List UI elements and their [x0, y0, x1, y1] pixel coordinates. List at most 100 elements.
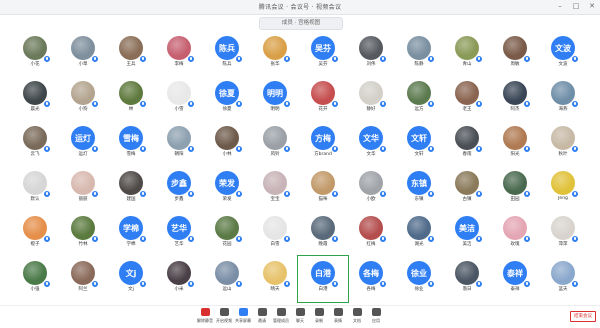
participant-tile[interactable]: 荣发 荣发 — [204, 168, 250, 208]
participant-tile[interactable]: 刘伟 — [348, 33, 394, 73]
participant-tile[interactable]: 艺华 艺华 — [156, 213, 202, 253]
participant-tile[interactable]: 周敏 — [492, 33, 538, 73]
participant-tile[interactable]: 陈静 — [396, 33, 442, 73]
participant-tile[interactable]: 晚霞 — [300, 213, 346, 253]
participant-tile[interactable]: 阿兰 — [60, 258, 106, 298]
participant-name: 荣发 — [222, 197, 232, 202]
participant-tile[interactable]: 小狗 — [60, 78, 106, 118]
participant-tile[interactable]: 丽丽 — [60, 168, 106, 208]
participant-name: 文华 — [366, 152, 376, 157]
participant-name: 美洁 — [462, 242, 472, 247]
participant-name: 陈兵 — [222, 62, 232, 67]
participant-tile[interactable]: 雪梅 雪梅 — [108, 123, 154, 163]
participant-tile[interactable]: 猫咪 — [300, 168, 346, 208]
participant-tile[interactable]: 运灯 运灯 — [60, 123, 106, 163]
participant-name: 默认 — [30, 197, 40, 202]
participant-tile[interactable]: 远山 — [204, 258, 250, 298]
participant-tile[interactable]: 小林 — [204, 123, 250, 163]
close-button[interactable]: ✕ — [588, 2, 596, 11]
participant-tile[interactable]: 白港 白港 — [297, 255, 349, 303]
participant-name: 红梅 — [366, 242, 376, 247]
participant-tile[interactable]: 小强 — [12, 258, 58, 298]
participant-tile[interactable]: 泰祥 泰祥 — [492, 258, 538, 298]
participant-tile[interactable]: 蓝天 — [540, 258, 586, 298]
participant-tile[interactable]: 青山 — [444, 33, 490, 73]
participant-tile[interactable]: Jeng — [540, 168, 586, 208]
participant-name: 小强 — [30, 287, 40, 292]
participant-tile[interactable]: 小雪 — [156, 78, 202, 118]
camera-icon — [219, 308, 229, 316]
participant-name: 风铃 — [270, 152, 280, 157]
participant-tile[interactable]: 春雨 — [444, 123, 490, 163]
participant-tile[interactable]: 湖光 — [396, 213, 442, 253]
participant-tile[interactable]: 阳光 — [492, 123, 538, 163]
participant-tile[interactable]: 陈兵 陈兵 — [204, 33, 250, 73]
participant-tile[interactable]: 文波 文波 — [540, 33, 586, 73]
participant-tile[interactable]: 老王 — [444, 78, 490, 118]
participant-tile[interactable]: 花园 — [204, 213, 250, 253]
participant-tile[interactable]: 花开 — [300, 78, 346, 118]
participant-name: 李梅 — [174, 62, 184, 67]
participant-tile[interactable]: 各梅 各梅 — [348, 258, 394, 298]
participant-tile[interactable]: 小草 — [60, 33, 106, 73]
participant-tile[interactable]: 阿杰 — [492, 78, 538, 118]
participant-tile[interactable]: 风铃 — [252, 123, 298, 163]
participant-tile[interactable]: 文华 文华 — [348, 123, 394, 163]
participant-name: 小雪 — [174, 107, 184, 112]
participant-tile[interactable]: 东镇 东镇 — [396, 168, 442, 208]
participant-tile[interactable]: 学棉 学棉 — [108, 213, 154, 253]
participant-tile[interactable]: 远方 — [396, 78, 442, 118]
participant-tile[interactable]: 张华 — [252, 33, 298, 73]
participant-tile[interactable]: 海燕 — [540, 78, 586, 118]
participant-tile[interactable]: 落日 — [444, 258, 490, 298]
participant-name: 阿杰 — [510, 107, 520, 112]
participant-tile[interactable]: 吴芬 吴芬 — [300, 33, 346, 73]
participant-tile[interactable]: 宝宝 — [252, 168, 298, 208]
participant-tile[interactable]: 田园 — [492, 168, 538, 208]
participant-name: 小林 — [222, 152, 232, 157]
participant-tile[interactable]: 李梅 — [156, 33, 202, 73]
participant-tile[interactable]: 步鑫 步鑫 — [156, 168, 202, 208]
participant-tile[interactable]: 萍萍 — [540, 213, 586, 253]
participant-tile[interactable]: 小米 — [156, 258, 202, 298]
participant-name: 春雨 — [462, 152, 472, 157]
participant-tile[interactable]: 红梅 — [348, 213, 394, 253]
participant-tile[interactable]: 小欧 — [348, 168, 394, 208]
minimize-button[interactable]: – — [556, 2, 564, 11]
participant-tile[interactable]: 林 — [108, 78, 154, 118]
participant-tile[interactable]: 橙子 — [12, 213, 58, 253]
end-meeting-button[interactable]: 结束会议 — [570, 311, 596, 322]
participant-name: 文j — [128, 287, 134, 292]
participant-tile[interactable]: 晴天 — [252, 258, 298, 298]
participant-name: 海燕 — [558, 107, 568, 112]
participant-tile[interactable]: 默认 — [12, 168, 58, 208]
participant-tile[interactable]: 静好 — [348, 78, 394, 118]
emoji-icon — [333, 308, 343, 316]
participant-tile[interactable]: 王兵 — [108, 33, 154, 73]
participant-tile[interactable]: 朝阳 — [156, 123, 202, 163]
participant-tile[interactable]: 文轩 文轩 — [396, 123, 442, 163]
participant-tile[interactable]: 美洁 美洁 — [444, 213, 490, 253]
participant-name: 青山 — [462, 62, 472, 67]
participant-tile[interactable]: 玫瑰 — [492, 213, 538, 253]
participant-tile[interactable]: 文j 文j — [108, 258, 154, 298]
participant-tile[interactable]: 古镇 — [444, 168, 490, 208]
participant-tile[interactable]: 秋叶 — [540, 123, 586, 163]
participant-name: 晴天 — [270, 287, 280, 292]
participant-tile[interactable]: 方梅 方brand — [300, 123, 346, 163]
participant-tile[interactable]: 明明 明明 — [252, 78, 298, 118]
participant-tile[interactable]: 小花 — [12, 33, 58, 73]
participant-tile[interactable]: 徐业 徐业 — [396, 258, 442, 298]
participant-tile[interactable]: 建国 — [108, 168, 154, 208]
participant-tile[interactable]: 竹林 — [60, 213, 106, 253]
participant-tile[interactable]: 云飞 — [12, 123, 58, 163]
participant-name: 陈静 — [414, 62, 424, 67]
participant-tile[interactable]: 白雪 — [252, 213, 298, 253]
maximize-button[interactable]: □ — [572, 2, 580, 11]
participant-name: 小狗 — [78, 107, 88, 112]
participant-name: 猫咪 — [318, 197, 328, 202]
participant-tile[interactable]: 徐夏 徐夏 — [204, 78, 250, 118]
toolbar-item[interactable]: 应用 — [365, 308, 387, 327]
view-switch-pill[interactable]: 成员 · 宫格视图 — [259, 17, 343, 30]
participant-tile[interactable]: 晨光 — [12, 78, 58, 118]
